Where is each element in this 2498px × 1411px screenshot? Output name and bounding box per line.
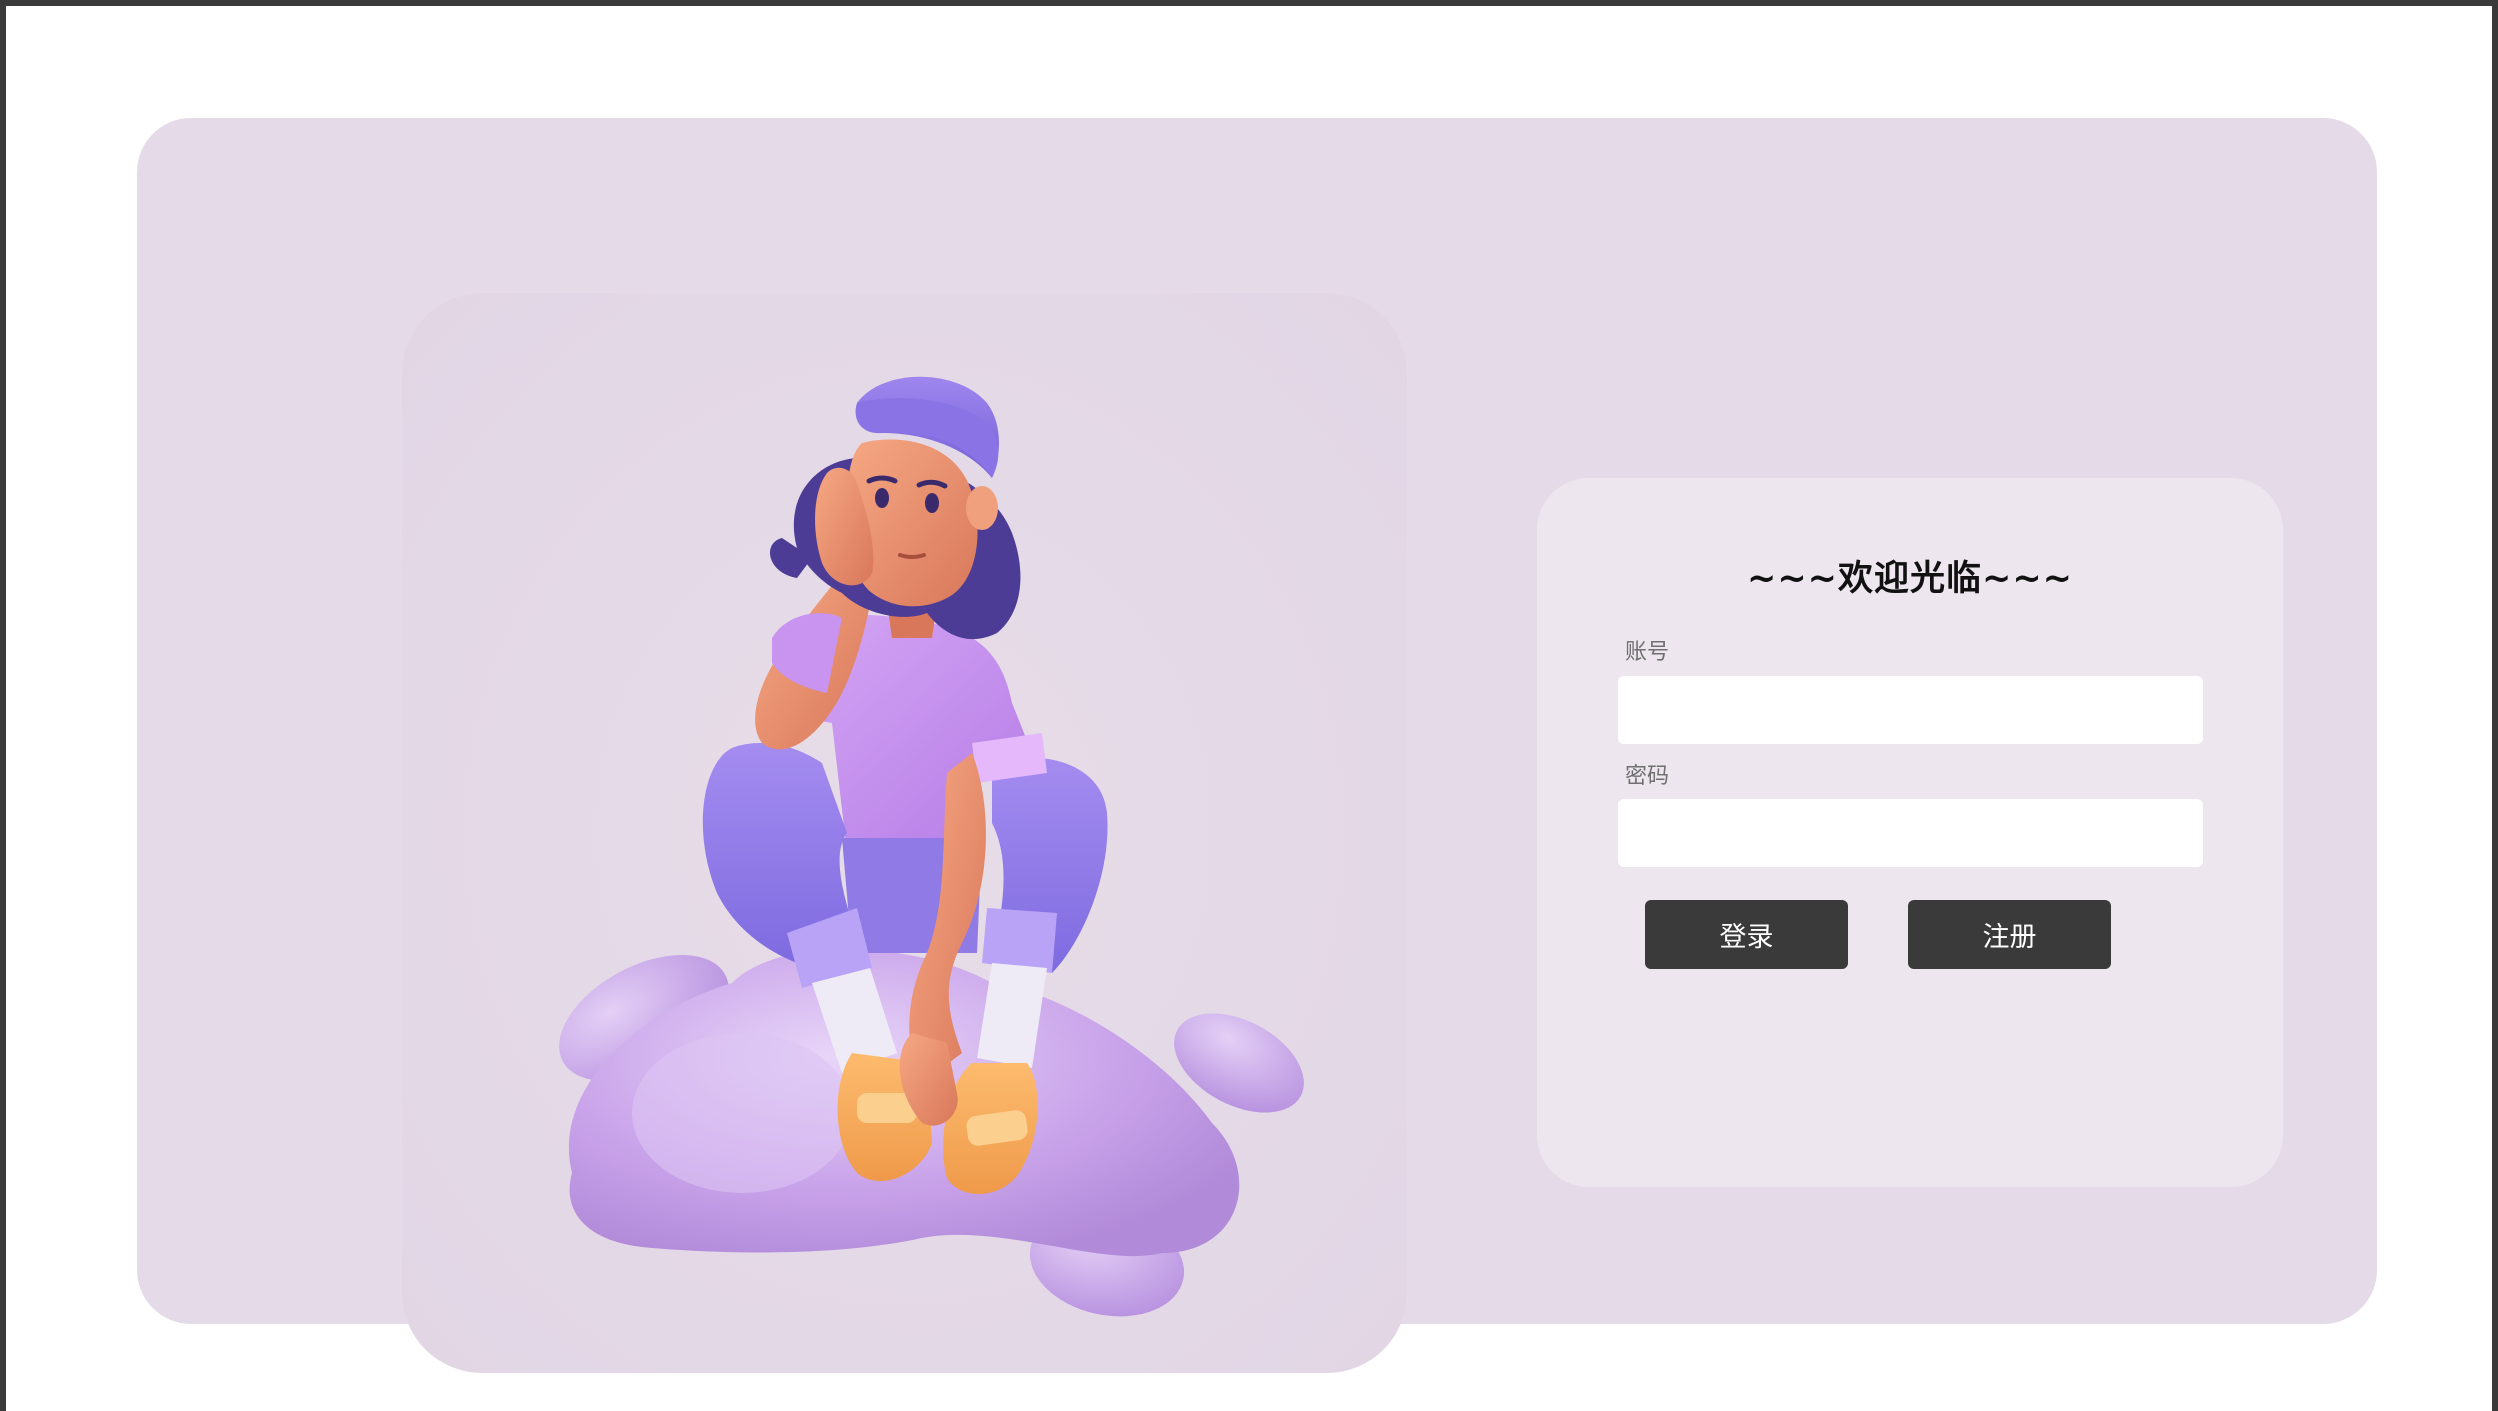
- register-button[interactable]: 注册: [1908, 900, 2111, 969]
- girl-sitting-on-cloud-illustration: [559, 376, 1304, 1317]
- browser-frame: ~~~欢迎光临~~~ 账号 密码 登录 注册: [0, 0, 2498, 1411]
- welcome-title: ~~~欢迎光临~~~: [1747, 559, 2073, 599]
- password-input[interactable]: [1618, 799, 2203, 867]
- password-label: 密码: [1625, 764, 1670, 789]
- account-label: 账号: [1625, 640, 1670, 665]
- login-button[interactable]: 登录: [1645, 900, 1848, 969]
- account-input[interactable]: [1618, 676, 2203, 744]
- login-card: ~~~欢迎光临~~~ 账号 密码 登录 注册: [137, 118, 2377, 1373]
- login-form-panel: ~~~欢迎光临~~~ 账号 密码 登录 注册: [1537, 478, 2283, 1187]
- illustration-container: [402, 293, 1407, 1373]
